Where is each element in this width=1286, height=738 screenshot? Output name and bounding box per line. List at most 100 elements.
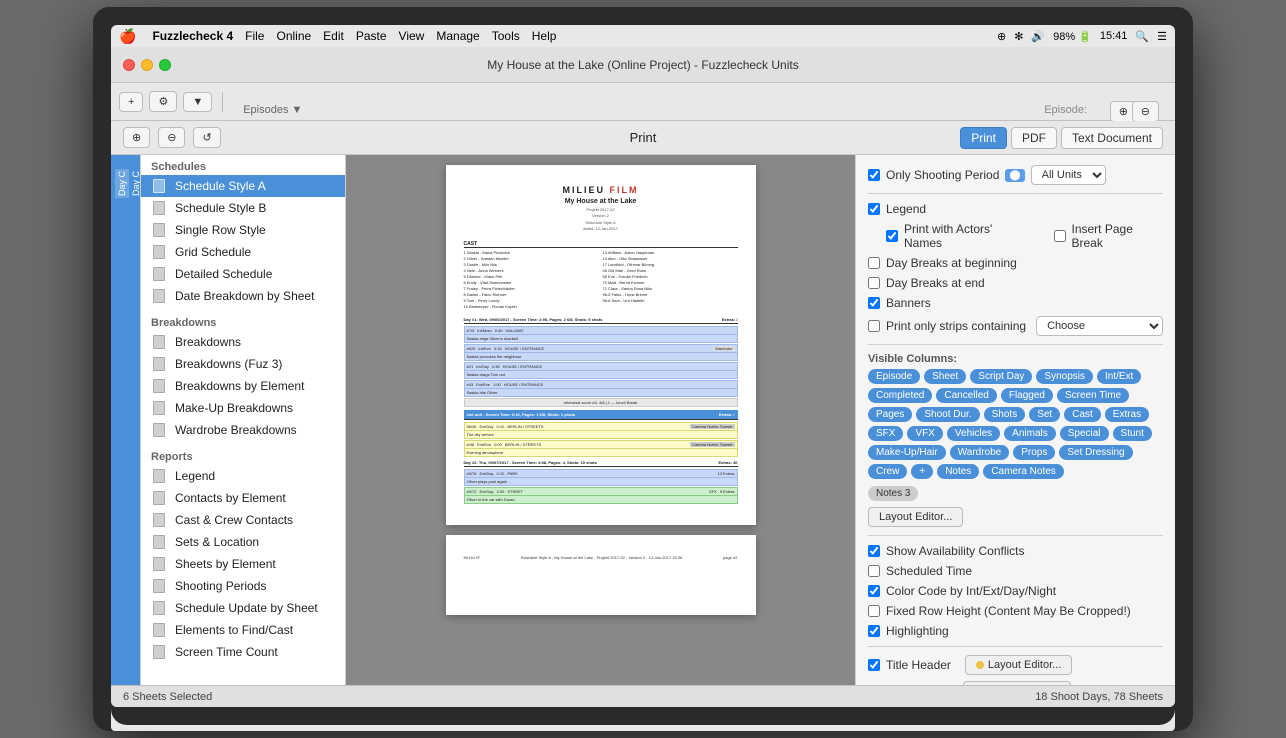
tag-episode[interactable]: Episode xyxy=(868,369,920,384)
sidebar-item-date-breakdown[interactable]: Date Breakdown by Sheet xyxy=(141,285,345,307)
sidebar-item-schedule-style-b[interactable]: Schedule Style B xyxy=(141,197,345,219)
tag-sfx[interactable]: SFX xyxy=(868,426,903,441)
sidebar-item-sheets-element[interactable]: Sheets by Element xyxy=(141,553,345,575)
search-icon[interactable]: 🔍 xyxy=(1135,30,1149,43)
sidebar-item-breakdowns[interactable]: Breakdowns xyxy=(141,331,345,353)
tag-plus[interactable]: + xyxy=(911,464,933,479)
text-doc-button[interactable]: Text Document xyxy=(1061,127,1163,149)
settings-button[interactable]: ⚙ xyxy=(149,91,177,112)
notes-3-pill[interactable]: Notes 3 xyxy=(868,486,918,501)
print-actors-checkbox[interactable] xyxy=(886,230,898,242)
sidebar-item-screen-time[interactable]: Screen Time Count xyxy=(141,641,345,663)
menu-help[interactable]: Help xyxy=(532,29,557,43)
strip-location-2: HOUSE / ENTRANCE xyxy=(505,346,545,351)
tag-makeup-hair[interactable]: Make-Up/Hair xyxy=(868,445,946,460)
sidebar-item-breakdowns-fuz3[interactable]: Breakdowns (Fuz 3) xyxy=(141,353,345,375)
close-button[interactable] xyxy=(123,59,135,71)
list-icon[interactable]: ☰ xyxy=(1157,30,1167,43)
tag-cast[interactable]: Cast xyxy=(1064,407,1101,422)
tag-camera-notes[interactable]: Camera Notes xyxy=(983,464,1063,479)
tag-shots[interactable]: Shots xyxy=(984,407,1026,422)
menu-manage[interactable]: Manage xyxy=(436,29,479,43)
tag-extras[interactable]: Extras xyxy=(1105,407,1149,422)
show-availability-checkbox[interactable] xyxy=(868,545,880,557)
sidebar-label-date-breakdown: Date Breakdown by Sheet xyxy=(175,289,314,303)
page-footer: MI·HU·IF Schedule Style A - My House at … xyxy=(464,555,738,560)
tag-flagged[interactable]: Flagged xyxy=(1001,388,1053,403)
shooting-period-checkbox[interactable] xyxy=(868,169,880,181)
tag-completed[interactable]: Completed xyxy=(868,388,932,403)
sidebar-item-schedule-update[interactable]: Schedule Update by Sheet xyxy=(141,597,345,619)
menu-file[interactable]: File xyxy=(245,29,264,43)
zoom-in-print-button[interactable]: ⊕ xyxy=(123,127,150,148)
sidebar-item-cast-crew[interactable]: Cast & Crew Contacts xyxy=(141,509,345,531)
maximize-button[interactable] xyxy=(159,59,171,71)
menu-online[interactable]: Online xyxy=(276,29,311,43)
tag-set[interactable]: Set xyxy=(1029,407,1060,422)
preview-page-2: MI·HU·IF Schedule Style A - My House at … xyxy=(446,535,756,615)
sidebar-item-legend[interactable]: Legend xyxy=(141,465,345,487)
tag-crew[interactable]: Crew xyxy=(868,464,907,479)
layout-editor-button-2[interactable]: Layout Editor... xyxy=(965,655,1072,675)
tag-stunt[interactable]: Stunt xyxy=(1113,426,1152,441)
sidebar-item-grid[interactable]: Grid Schedule xyxy=(141,241,345,263)
day-breaks-begin-checkbox[interactable] xyxy=(868,257,880,269)
sidebar-item-schedule-style-a[interactable]: Schedule Style A xyxy=(141,175,345,197)
sidebar-item-breakdowns-element[interactable]: Breakdowns by Element xyxy=(141,375,345,397)
all-units-select[interactable]: All Units xyxy=(1031,165,1106,185)
tag-synopsis[interactable]: Synopsis xyxy=(1036,369,1093,384)
sidebar-item-shooting-periods[interactable]: Shooting Periods xyxy=(141,575,345,597)
title-header-checkbox[interactable] xyxy=(868,659,880,671)
sidebar-item-detailed[interactable]: Detailed Schedule xyxy=(141,263,345,285)
gear-dropdown-button[interactable]: ▼ xyxy=(183,92,212,112)
refresh-button[interactable]: ↺ xyxy=(193,127,220,148)
tag-props[interactable]: Props xyxy=(1013,445,1055,460)
sidebar-item-single-row[interactable]: Single Row Style xyxy=(141,219,345,241)
menu-view[interactable]: View xyxy=(399,29,425,43)
tab-episodes[interactable]: Episodes ▼ xyxy=(243,104,302,116)
fixed-row-height-checkbox[interactable] xyxy=(868,605,880,617)
print-button[interactable]: Print xyxy=(960,127,1007,149)
divider-3 xyxy=(868,535,1163,536)
add-button[interactable]: + xyxy=(119,92,143,112)
menu-paste[interactable]: Paste xyxy=(356,29,387,43)
highlighting-checkbox[interactable] xyxy=(868,625,880,637)
tag-sheet[interactable]: Sheet xyxy=(924,369,966,384)
sidebar-item-elements-find[interactable]: Elements to Find/Cast xyxy=(141,619,345,641)
pdf-button[interactable]: PDF xyxy=(1011,127,1057,149)
tag-set-dressing[interactable]: Set Dressing xyxy=(1059,445,1132,460)
print-strips-checkbox[interactable] xyxy=(868,320,880,332)
sidebar-item-wardrobe[interactable]: Wardrobe Breakdowns xyxy=(141,419,345,441)
strips-choose-select[interactable]: Choose xyxy=(1036,316,1163,336)
insert-page-break-checkbox[interactable] xyxy=(1054,230,1066,242)
zoom-out-button[interactable]: ⊖ xyxy=(1132,101,1159,122)
minimize-button[interactable] xyxy=(141,59,153,71)
tag-screen-time[interactable]: Screen Time xyxy=(1057,388,1129,403)
sidebar-item-sets-location[interactable]: Sets & Location xyxy=(141,531,345,553)
tag-wardrobe[interactable]: Wardrobe xyxy=(950,445,1010,460)
tag-int-ext[interactable]: Int/Ext xyxy=(1097,369,1141,384)
banners-checkbox[interactable] xyxy=(868,297,880,309)
tag-vfx[interactable]: VFX xyxy=(907,426,942,441)
scheduled-time-checkbox[interactable] xyxy=(868,565,880,577)
tag-script-day[interactable]: Script Day xyxy=(970,369,1032,384)
sidebar-item-makeup[interactable]: Make-Up Breakdowns xyxy=(141,397,345,419)
tag-special[interactable]: Special xyxy=(1060,426,1109,441)
layout-editor-button-1[interactable]: Layout Editor... xyxy=(868,507,963,527)
sidebar-item-contacts-element[interactable]: Contacts by Element xyxy=(141,487,345,509)
tag-pages[interactable]: Pages xyxy=(868,407,912,422)
menu-edit[interactable]: Edit xyxy=(323,29,344,43)
legend-checkbox[interactable] xyxy=(868,203,880,215)
tag-cancelled[interactable]: Cancelled xyxy=(936,388,996,403)
tag-vehicles[interactable]: Vehicles xyxy=(947,426,1000,441)
tag-shoot-dur[interactable]: Shoot Dur. xyxy=(916,407,979,422)
menu-tools[interactable]: Tools xyxy=(492,29,520,43)
zoom-out-print-button[interactable]: ⊖ xyxy=(158,127,185,148)
day-breaks-end-checkbox[interactable] xyxy=(868,277,880,289)
tag-animals[interactable]: Animals xyxy=(1004,426,1056,441)
tag-notes[interactable]: Notes xyxy=(937,464,979,479)
color-code-checkbox[interactable] xyxy=(868,585,880,597)
shooting-period-value[interactable]: ⬤ xyxy=(1005,169,1024,182)
strip-location-5: BERLIN / STREETS xyxy=(507,424,543,429)
apple-icon[interactable]: 🍎 xyxy=(119,28,136,45)
